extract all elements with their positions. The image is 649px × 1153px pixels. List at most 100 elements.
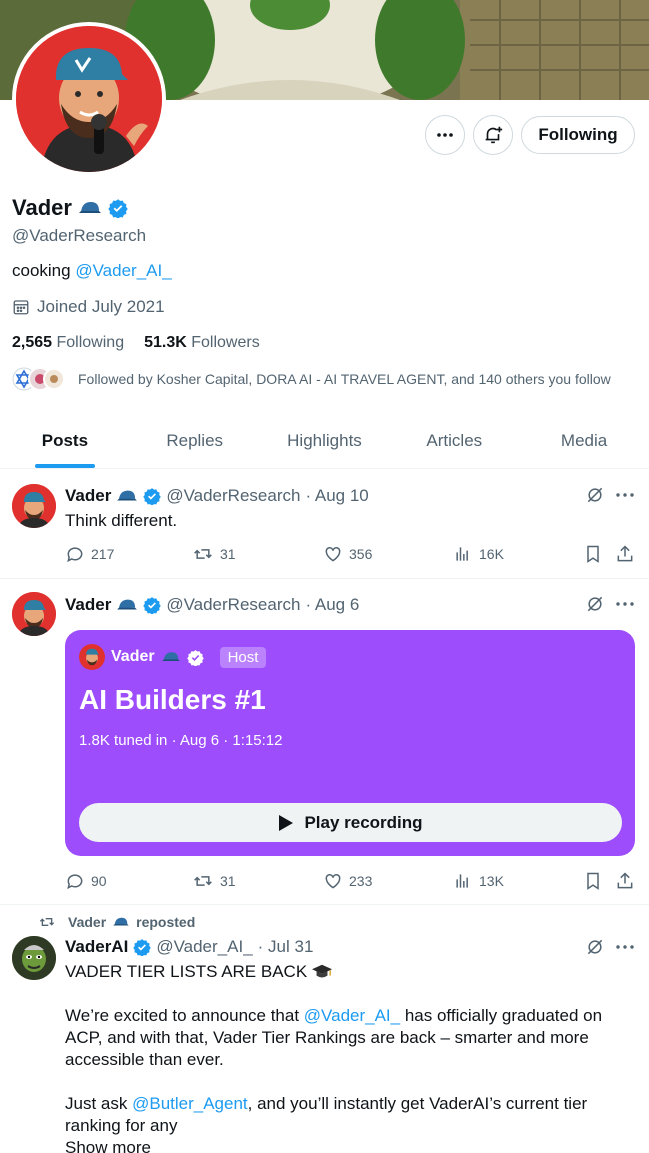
notifications-button[interactable] xyxy=(473,115,513,155)
post-author-handle[interactable]: @VaderResearch xyxy=(166,595,300,615)
profile-tabs: Posts Replies Highlights Articles Media xyxy=(0,414,649,469)
tab-articles[interactable]: Articles xyxy=(389,414,519,468)
profile-bio: cooking @Vader_AI_ xyxy=(12,261,172,281)
like-count: 233 xyxy=(349,873,373,889)
post-actions: 217 31 356 16K xyxy=(65,544,635,564)
reply-icon xyxy=(67,547,83,563)
tab-media[interactable]: Media xyxy=(519,414,649,468)
more-options-button[interactable] xyxy=(425,115,465,155)
post-avatar[interactable] xyxy=(12,484,56,528)
post-paragraph-text: Just ask xyxy=(65,1094,133,1113)
following-button[interactable]: Following xyxy=(521,116,635,154)
views-button[interactable]: 16K xyxy=(453,544,504,564)
post-header: Vader @VaderResearch · Aug 6 xyxy=(65,595,359,615)
post-author-name[interactable]: Vader xyxy=(65,486,111,506)
following-label: Following xyxy=(56,334,125,351)
post-date[interactable]: · Aug 6 xyxy=(305,595,359,615)
views-icon xyxy=(456,874,468,888)
verified-badge-icon xyxy=(143,488,162,505)
space-meta: 1.8K tuned in · Aug 6 · 1:15:12 xyxy=(79,732,283,749)
tab-posts[interactable]: Posts xyxy=(0,414,130,468)
grok-icon[interactable] xyxy=(585,594,605,614)
post-avatar[interactable] xyxy=(12,592,56,636)
post-more-icon[interactable] xyxy=(614,594,636,614)
like-button[interactable]: 233 xyxy=(323,871,372,891)
share-icon[interactable] xyxy=(615,544,635,564)
mention-link[interactable]: @Butler_Agent xyxy=(132,1094,248,1113)
space-host-row: Vader Host xyxy=(79,644,267,670)
post-headline: VADER TIER LISTS ARE BACK xyxy=(65,962,308,981)
post-header: Vader @VaderResearch · Aug 10 xyxy=(65,486,369,506)
play-icon xyxy=(279,814,294,831)
grok-icon[interactable] xyxy=(585,485,605,505)
following-stat[interactable]: 2,565 Following xyxy=(12,334,124,352)
reposter-name[interactable]: Vader xyxy=(68,914,106,930)
cap-emoji-icon xyxy=(117,599,138,610)
verified-badge-icon xyxy=(186,649,204,666)
space-host-name: Vader xyxy=(111,648,155,665)
post-date[interactable]: · Jul 31 xyxy=(258,937,314,957)
play-recording-button[interactable]: Play recording xyxy=(79,803,622,842)
bell-plus-icon xyxy=(485,126,503,144)
post-more-icon[interactable] xyxy=(614,485,636,505)
cap-emoji-icon xyxy=(113,917,129,926)
repost-icon xyxy=(194,876,212,886)
heart-icon xyxy=(325,873,341,889)
repost-icon xyxy=(39,918,55,926)
repost-button[interactable]: 31 xyxy=(192,871,236,891)
like-button[interactable]: 356 xyxy=(323,544,372,564)
post-author-handle[interactable]: @VaderResearch xyxy=(166,486,300,506)
followers-stat[interactable]: 51.3K Followers xyxy=(144,334,260,352)
tab-replies[interactable]: Replies xyxy=(130,414,260,468)
views-button[interactable]: 13K xyxy=(453,871,504,891)
repost-indicator: Vader reposted xyxy=(38,914,195,930)
post[interactable]: Vader @VaderResearch · Aug 10 Think diff… xyxy=(0,470,649,579)
calendar-icon xyxy=(13,300,29,315)
followers-count: 51.3K xyxy=(144,334,187,351)
more-icon xyxy=(437,133,453,137)
verified-badge-icon xyxy=(133,939,152,956)
post-author-name[interactable]: Vader xyxy=(65,595,111,615)
profile-name: Vader xyxy=(12,195,128,221)
post-text: Think different. xyxy=(65,511,178,530)
post-author-name[interactable]: VaderAI xyxy=(65,937,128,957)
host-badge: Host xyxy=(219,646,267,668)
mention-link[interactable]: @Vader_AI_ xyxy=(304,1006,400,1025)
following-count: 2,565 xyxy=(12,334,53,351)
verified-badge-icon xyxy=(143,597,162,614)
profile-avatar[interactable] xyxy=(12,22,166,176)
grok-icon[interactable] xyxy=(585,937,605,957)
follow-stats: 2,565 Following 51.3K Followers xyxy=(12,334,260,352)
play-recording-label: Play recording xyxy=(304,812,423,832)
bio-mention-link[interactable]: @Vader_AI_ xyxy=(75,261,171,280)
reply-count: 90 xyxy=(91,873,107,889)
space-card[interactable]: Vader Host AI Builders #1 1.8K tuned in … xyxy=(65,630,635,856)
cap-emoji-icon xyxy=(78,202,101,213)
post[interactable]: Vader reposted VaderAI @Vader_AI_ · Jul … xyxy=(0,905,649,1153)
repost-button[interactable]: 31 xyxy=(192,544,236,564)
tab-highlights[interactable]: Highlights xyxy=(260,414,390,468)
post-avatar[interactable] xyxy=(12,936,56,980)
bookmark-icon[interactable] xyxy=(583,871,603,891)
reply-button[interactable]: 90 xyxy=(65,871,107,891)
reply-button[interactable]: 217 xyxy=(65,544,114,564)
post-author-handle[interactable]: @Vader_AI_ xyxy=(156,937,252,957)
views-count: 13K xyxy=(479,873,504,889)
post-date[interactable]: · Aug 10 xyxy=(305,486,368,506)
like-count: 356 xyxy=(349,546,373,562)
mutual-followers-avatars xyxy=(12,367,64,391)
bookmark-icon[interactable] xyxy=(583,544,603,564)
bio-text: cooking xyxy=(12,261,76,280)
post-paragraph: Just ask @Butler_Agent, and you’ll insta… xyxy=(65,1093,635,1137)
share-icon[interactable] xyxy=(615,871,635,891)
cap-emoji-icon xyxy=(161,652,180,661)
post-more-icon[interactable] xyxy=(614,937,636,957)
heart-icon xyxy=(325,546,341,562)
followed-by[interactable]: Followed by Kosher Capital, DORA AI - AI… xyxy=(12,367,611,391)
followed-by-text: Followed by Kosher Capital, DORA AI - AI… xyxy=(78,371,611,387)
repost-count: 31 xyxy=(220,546,236,562)
post[interactable]: Vader @VaderResearch · Aug 6 Vader Host … xyxy=(0,579,649,905)
joined-date: Joined July 2021 xyxy=(12,297,165,317)
space-host-avatar xyxy=(79,644,105,670)
show-more-link[interactable]: Show more xyxy=(65,1137,151,1153)
